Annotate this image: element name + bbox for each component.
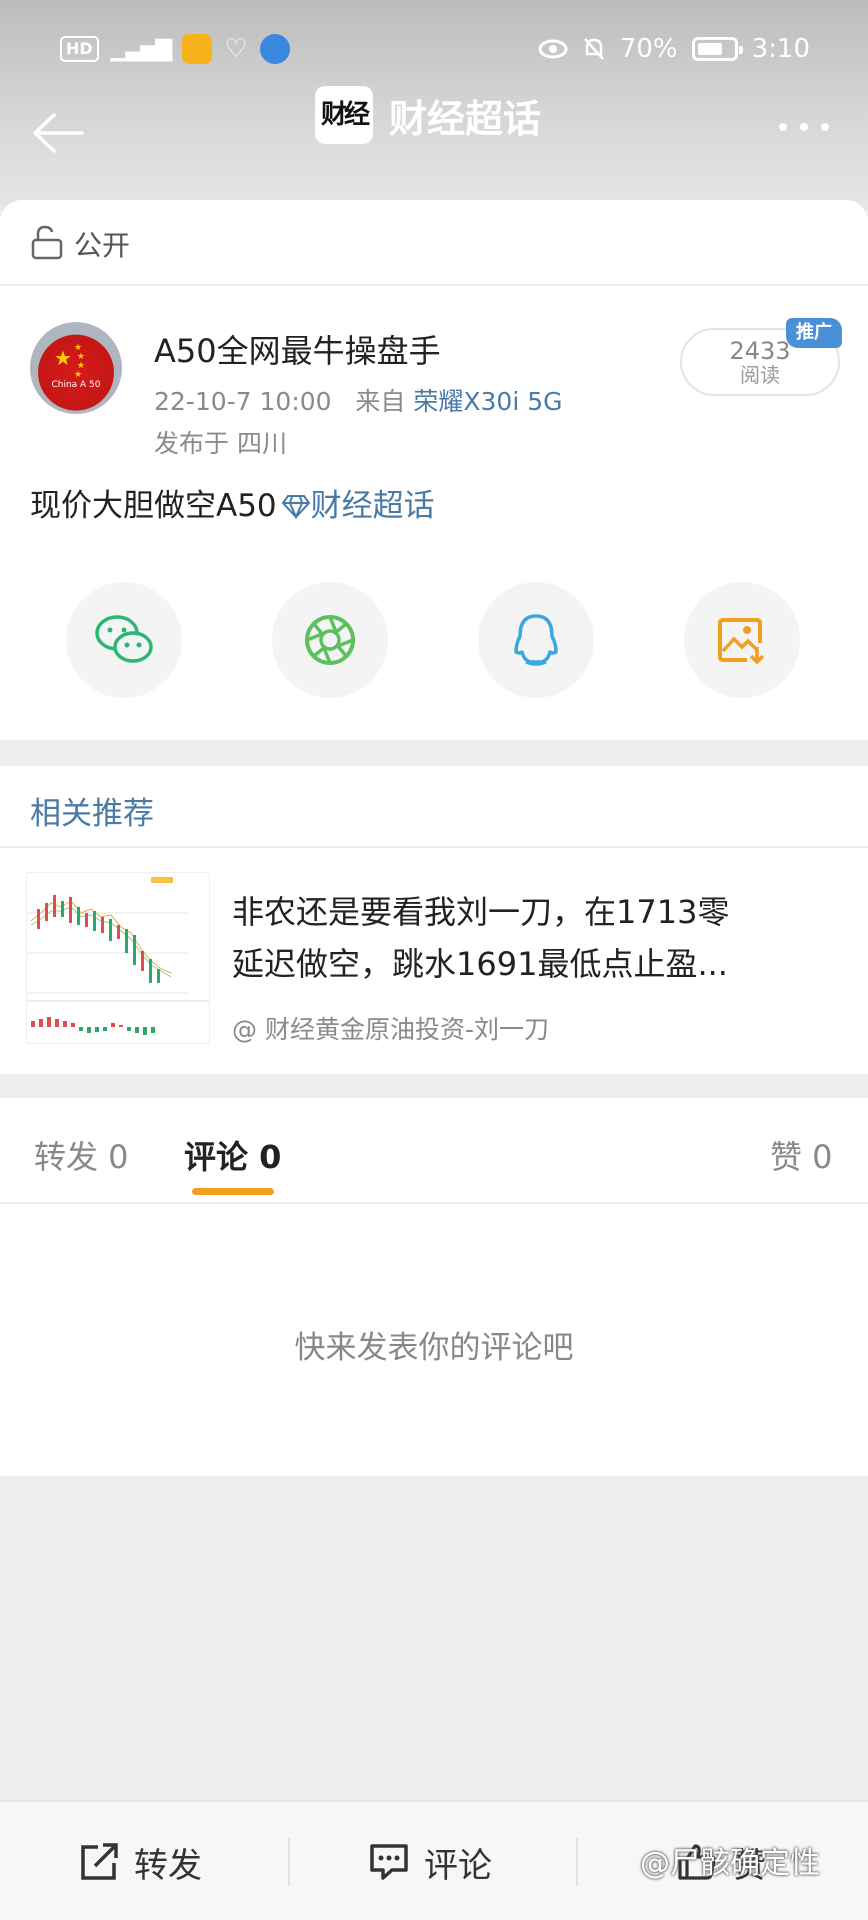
wechat-icon [95, 615, 153, 663]
repost-button[interactable]: 转发 [78, 1802, 202, 1920]
heart-icon: ♡ [224, 34, 248, 64]
mute-bell-icon [583, 38, 604, 60]
related-headline: 非农还是要看我刘一刀，在1713零 延迟做空，跳水1691最低点止盈... [232, 886, 842, 990]
related-headline-line-1: 非农还是要看我刘一刀，在1713零 [232, 893, 730, 931]
back-button[interactable] [30, 110, 90, 160]
signal-icon: ▁▃▅▇ [110, 36, 173, 62]
clock: 3:10 [751, 34, 810, 64]
hd-indicator: HD [60, 36, 99, 62]
comment-icon [370, 1844, 408, 1880]
read-label: 阅读 [740, 363, 780, 387]
candlestick-chart-thumbnail [27, 873, 209, 1043]
related-section: 相关推荐 非农还是要看我刘一刀，在1713零 延迟做空，跳水1691最低点止盈.… [0, 766, 868, 1074]
source-prefix: 来自 [355, 387, 406, 416]
visibility-label: 公开 [74, 229, 131, 262]
qq-icon [514, 614, 558, 666]
share-row [0, 582, 868, 702]
empty-comments-hint: 快来发表你的评论吧 [294, 1330, 574, 1366]
repost-icon [81, 1843, 118, 1880]
moments-icon [305, 615, 355, 665]
eye-icon [538, 39, 568, 59]
divider [0, 1202, 868, 1204]
related-headline-line-2: 延迟做空，跳水1691最低点止盈... [232, 945, 728, 983]
back-arrow-icon [33, 113, 84, 153]
browser-app-icon [259, 34, 290, 64]
author-name[interactable]: A50全网最牛操盘手 [154, 326, 441, 372]
unlock-icon [31, 225, 63, 260]
flag-star-icon: ★ [54, 346, 72, 370]
topic-link[interactable]: 财经超话 [311, 488, 435, 524]
watermark: @尸骸确定性 [640, 1846, 820, 1881]
post-card: 公开 ★ ★ ★ ★ ★ China A 50 A50全网最牛操盘手 22-10-… [0, 200, 868, 740]
related-author: @ 财经黄金原油投资-刘一刀 [232, 1015, 549, 1044]
separator [576, 1838, 578, 1886]
avatar-caption: China A 50 [51, 380, 101, 390]
avatar[interactable]: ★ ★ ★ ★ ★ China A 50 [30, 322, 122, 414]
comment-label: 评论 [424, 1845, 492, 1886]
post-location: 发布于 四川 [154, 429, 287, 458]
flag-small-stars-icon: ★ ★ ★ ★ [74, 343, 85, 380]
title-group: 财经 财经超话 [315, 86, 541, 144]
weibo-app-icon [182, 34, 213, 64]
separator [288, 1838, 290, 1886]
save-image-button[interactable] [684, 582, 800, 698]
comment-button[interactable]: 评论 [368, 1802, 492, 1920]
promo-badge: 推广 [786, 318, 842, 348]
active-tab-indicator [192, 1188, 274, 1195]
repost-label: 转发 [134, 1845, 202, 1886]
related-item[interactable]: 非农还是要看我刘一刀，在1713零 延迟做空，跳水1691最低点止盈... @ … [0, 848, 868, 1074]
post-date: 22-10-7 10:00 [154, 387, 332, 416]
battery-icon [691, 37, 743, 61]
tab-comment[interactable]: 评论 0 [184, 1132, 281, 1178]
share-wechat-button[interactable] [66, 582, 182, 698]
interaction-tabs-area: 转发 0 评论 0 赞 0 快来发表你的评论吧 [0, 1098, 868, 1476]
status-left: HD ▁▃▅▇ ♡ [60, 34, 290, 64]
post-meta: 22-10-7 10:00 来自 荣耀X30i 5G [154, 382, 563, 418]
page-title: 财经超话 [389, 96, 542, 141]
topic-logo: 财经 [315, 86, 373, 144]
post-body: 现价大胆做空A50 [30, 488, 277, 524]
more-button[interactable] [774, 110, 834, 140]
tab-like[interactable]: 赞 0 [770, 1132, 833, 1178]
save-image-icon [718, 618, 765, 665]
header: HD ▁▃▅▇ ♡ 70% 3:10 财经 财经超话 [0, 0, 868, 210]
related-title: 相关推荐 [30, 796, 154, 832]
status-bar: HD ▁▃▅▇ ♡ 70% 3:10 [0, 30, 868, 74]
related-thumbnail [26, 872, 210, 1044]
visibility-row: 公开 [0, 200, 868, 286]
battery-percent: 70% [619, 34, 678, 64]
status-right: 70% 3:10 [538, 34, 810, 64]
post-text: 现价大胆做空A50 财经超话 [30, 480, 435, 525]
diamond-icon [281, 495, 310, 519]
tab-repost[interactable]: 转发 0 [34, 1132, 129, 1178]
more-dots-icon [779, 123, 829, 131]
share-moments-button[interactable] [272, 582, 388, 698]
nav-bar: 财经 财经超话 [0, 80, 868, 190]
share-qq-button[interactable] [478, 582, 594, 698]
device-link[interactable]: 荣耀X30i 5G [413, 387, 562, 416]
